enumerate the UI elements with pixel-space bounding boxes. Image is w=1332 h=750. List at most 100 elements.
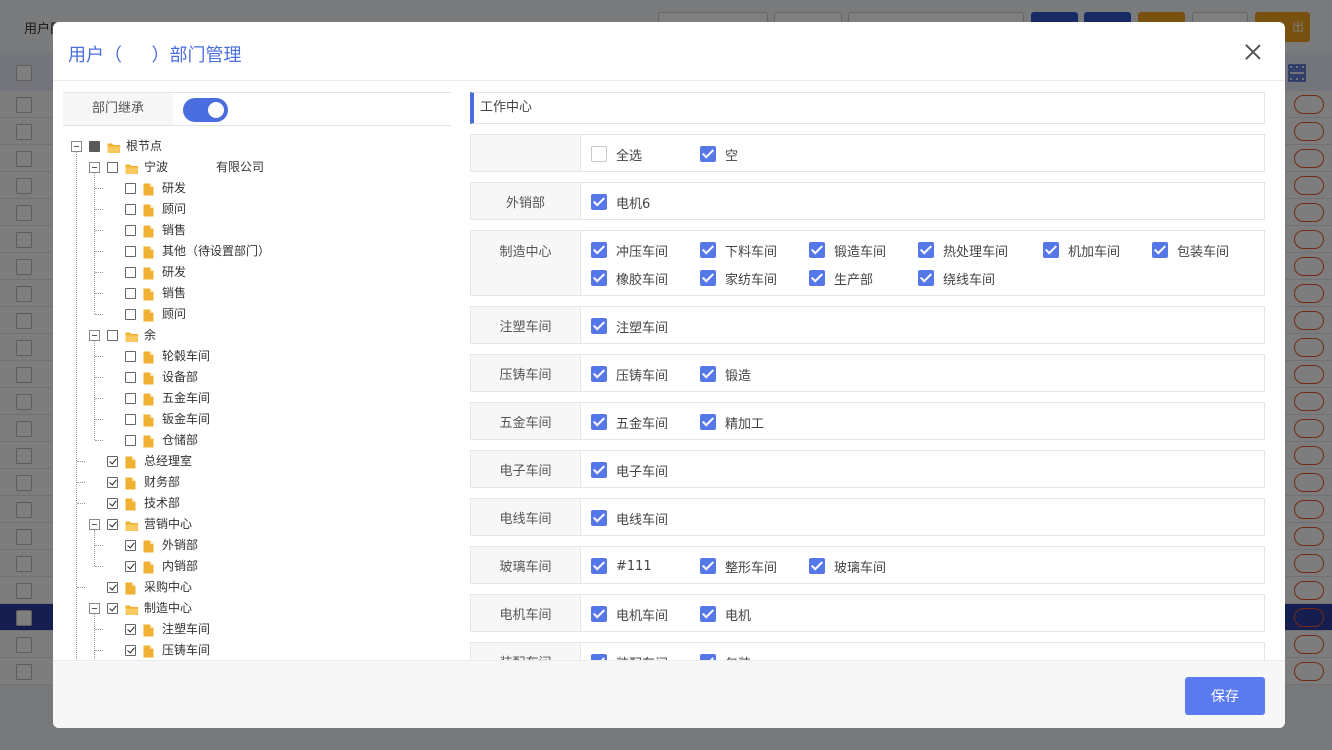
checkbox-checked-icon[interactable] [700,606,716,622]
work-center-option[interactable]: 包装车间 [1152,236,1261,264]
checkbox-checked-icon[interactable] [591,462,607,478]
tree-node[interactable]: 财务部 [71,472,451,493]
work-center-option-label[interactable]: 包装车间 [1177,241,1229,260]
tree-node-label[interactable]: 轮毂车间 [162,346,210,367]
tree-node-label[interactable]: 宁波 有限公司 [144,157,264,178]
tree-node[interactable]: 根节点 [71,136,451,157]
work-center-option[interactable]: 装配车间 [591,648,700,660]
work-center-option[interactable]: 电子车间 [591,456,700,484]
work-center-option-label[interactable]: 电机 [725,605,751,624]
work-center-option[interactable]: 精加工 [700,408,809,436]
tree-node-checkbox[interactable] [89,141,100,152]
work-center-option-label[interactable]: 生产部 [834,269,873,288]
checkbox-checked-icon[interactable] [809,558,825,574]
tree-node-checkbox[interactable] [125,624,136,635]
tree-node[interactable]: 宁波 有限公司 [71,157,451,178]
work-center-option-label[interactable]: 整形车间 [725,557,777,576]
tree-node[interactable]: 轮毂车间 [71,346,451,367]
tree-node-label[interactable]: 外销部 [162,535,198,556]
tree-node-label[interactable]: 仓储部 [162,430,198,451]
work-center-option-label[interactable]: 绕线车间 [943,269,995,288]
work-center-option-label[interactable]: 电子车间 [616,461,668,480]
save-button[interactable]: 保存 [1185,677,1265,715]
tree-node[interactable]: 顾问 [71,199,451,220]
checkbox-checked-icon[interactable] [700,270,716,286]
collapse-icon[interactable] [71,141,82,152]
tree-node-checkbox[interactable] [125,288,136,299]
tree-node-label[interactable]: 总经理室 [144,451,192,472]
tree-node[interactable]: 压铸车间 [71,640,451,660]
tree-node[interactable]: 仓储部 [71,430,451,451]
work-center-option[interactable]: 绕线车间 [918,264,1027,292]
work-center-option-label[interactable]: 压铸车间 [616,365,668,384]
tree-node-checkbox[interactable] [125,393,136,404]
checkbox-checked-icon[interactable] [591,414,607,430]
tree-node-label[interactable]: 根节点 [126,136,162,157]
checkbox-checked-icon[interactable] [1043,242,1059,258]
tree-node-checkbox[interactable] [107,477,118,488]
tree-node[interactable]: 内销部 [71,556,451,577]
checkbox-checked-icon[interactable] [700,558,716,574]
department-inherit-toggle[interactable] [183,98,228,122]
tree-node[interactable]: 外销部 [71,535,451,556]
tree-node[interactable]: 钣金车间 [71,409,451,430]
tree-node-label[interactable]: 财务部 [144,472,180,493]
tree-node-checkbox[interactable] [107,603,118,614]
work-center-option-label[interactable]: 注塑车间 [616,317,668,336]
tree-node-checkbox[interactable] [107,162,118,173]
tree-node[interactable]: 余 [71,325,451,346]
tree-node-label[interactable]: 营销中心 [144,514,192,535]
tree-node[interactable]: 研发 [71,178,451,199]
tree-node[interactable]: 研发 [71,262,451,283]
checkbox-checked-icon[interactable] [591,242,607,258]
tree-node-checkbox[interactable] [125,204,136,215]
tree-node-label[interactable]: 销售 [162,283,186,304]
work-center-option[interactable]: 热处理车间 [918,236,1043,264]
tree-node[interactable]: 销售 [71,220,451,241]
work-center-option[interactable]: 冲压车间 [591,236,700,264]
tree-node-checkbox[interactable] [125,183,136,194]
tree-node-checkbox[interactable] [125,414,136,425]
work-center-option[interactable]: 全选 [591,140,700,168]
tree-node-label[interactable]: 压铸车间 [162,640,210,660]
collapse-icon[interactable] [89,162,100,173]
work-center-option-label[interactable]: 家纺车间 [725,269,777,288]
close-icon[interactable] [1241,40,1265,64]
tree-node-checkbox[interactable] [107,498,118,509]
tree-node[interactable]: 制造中心 [71,598,451,619]
tree-node-label[interactable]: 制造中心 [144,598,192,619]
work-center-option[interactable]: 下料车间 [700,236,809,264]
work-center-option-label[interactable]: 机加车间 [1068,241,1120,260]
tree-node-label[interactable]: 钣金车间 [162,409,210,430]
work-center-option[interactable]: 电机 [700,600,809,628]
tree-node-label[interactable]: 五金车间 [162,388,210,409]
work-center-option-label[interactable]: #111 [616,559,652,574]
work-center-option[interactable]: 电线车间 [591,504,700,532]
work-center-option-label[interactable]: 装配车间 [616,653,668,661]
tree-node-label[interactable]: 顾问 [162,199,186,220]
tree-node-label[interactable]: 研发 [162,178,186,199]
checkbox-checked-icon[interactable] [918,242,934,258]
work-center-option-label[interactable]: 电机车间 [616,605,668,624]
tree-node-checkbox[interactable] [125,246,136,257]
tree-node-checkbox[interactable] [125,267,136,278]
work-center-option[interactable]: 注塑车间 [591,312,700,340]
work-center-option[interactable]: 空 [700,140,809,168]
tree-node-checkbox[interactable] [125,372,136,383]
tree-node-checkbox[interactable] [107,519,118,530]
tree-node[interactable]: 顾问 [71,304,451,325]
checkbox-checked-icon[interactable] [700,146,716,162]
work-center-option[interactable]: 家纺车间 [700,264,809,292]
tree-node-checkbox[interactable] [125,540,136,551]
work-center-option-label[interactable]: 橡胶车间 [616,269,668,288]
tree-node[interactable]: 技术部 [71,493,451,514]
tree-node-label[interactable]: 采购中心 [144,577,192,598]
tree-node-label[interactable]: 余 [144,325,180,346]
checkbox-checked-icon[interactable] [591,606,607,622]
tree-node-label[interactable]: 研发 [162,262,186,283]
work-center-option[interactable]: 锻造车间 [809,236,918,264]
work-center-option[interactable]: 锻造 [700,360,809,388]
checkbox-checked-icon[interactable] [809,242,825,258]
tree-node-label[interactable]: 顾问 [162,304,186,325]
tree-node-label[interactable]: 其他（待设置部门） [162,241,270,262]
